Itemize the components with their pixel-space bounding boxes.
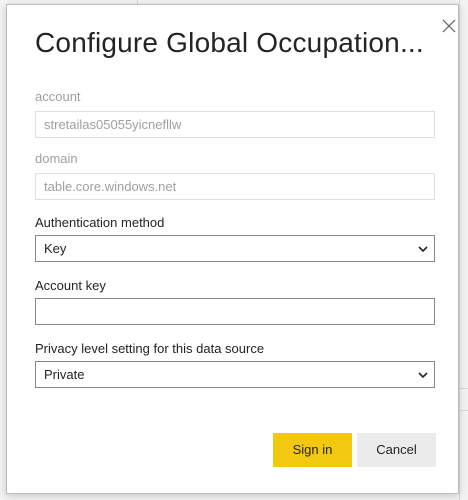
account-label: account: [35, 89, 81, 104]
cancel-button[interactable]: Cancel: [357, 433, 436, 467]
privacy-level-select[interactable]: Private: [35, 361, 435, 388]
account-key-input[interactable]: [35, 298, 435, 325]
domain-label: domain: [35, 151, 78, 166]
background-divider: [460, 388, 468, 389]
configure-credentials-dialog: Configure Global Occupation... account s…: [6, 4, 459, 494]
dialog-title: Configure Global Occupation...: [35, 27, 424, 58]
auth-method-value: Key: [44, 241, 67, 256]
privacy-level-value: Private: [44, 367, 85, 382]
close-icon: [442, 19, 456, 33]
account-field: stretailas05055yicnefllw: [35, 111, 435, 138]
sign-in-button[interactable]: Sign in: [273, 433, 352, 467]
privacy-level-label: Privacy level setting for this data sour…: [35, 341, 265, 356]
background-divider: [459, 0, 460, 500]
auth-method-select[interactable]: Key: [35, 235, 435, 262]
auth-method-label: Authentication method: [35, 215, 165, 230]
domain-field: table.core.windows.net: [35, 173, 435, 200]
account-key-label: Account key: [35, 278, 106, 293]
chevron-down-icon: [418, 372, 428, 379]
chevron-down-icon: [418, 246, 428, 253]
background-divider: [460, 410, 468, 411]
close-button[interactable]: [439, 16, 459, 36]
